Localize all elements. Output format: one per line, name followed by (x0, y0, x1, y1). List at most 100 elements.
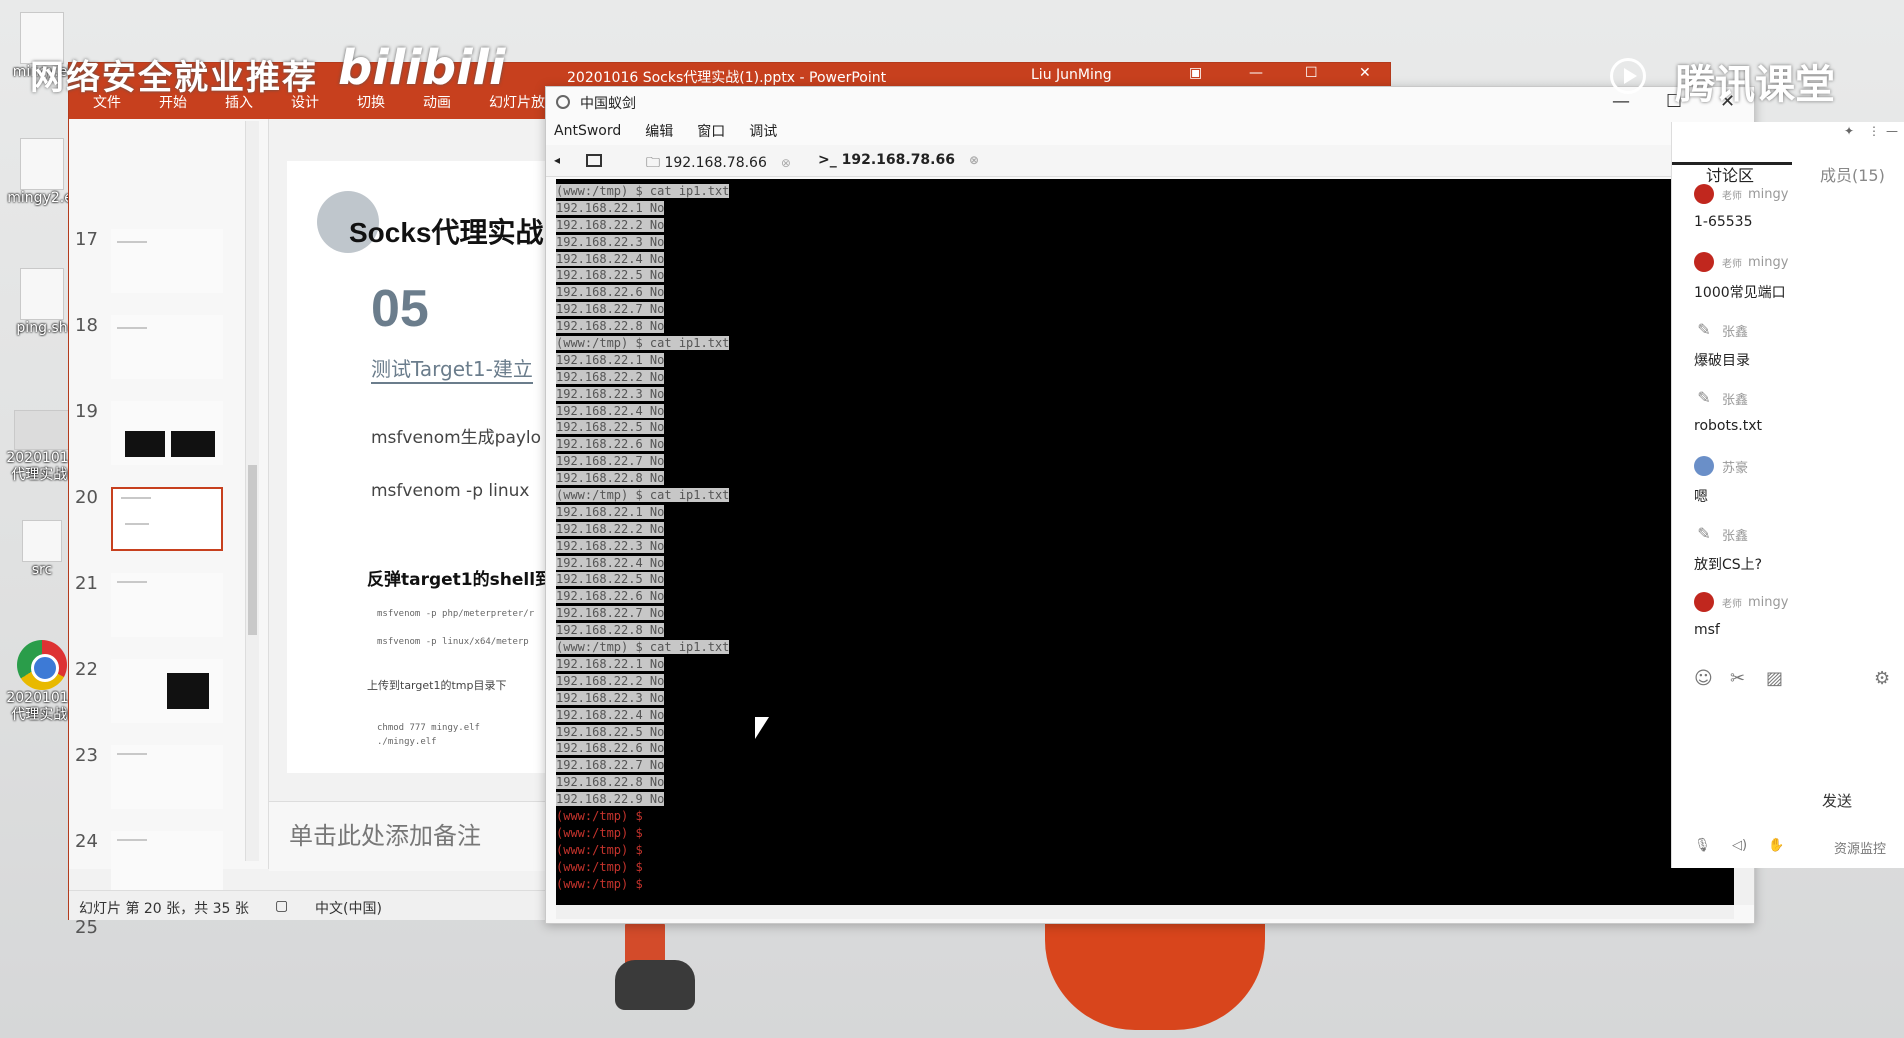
notes-placeholder: 单击此处添加备注 (289, 822, 481, 850)
send-button[interactable]: 发送 (1822, 790, 1852, 811)
chat-text: 1-65535 (1694, 214, 1753, 230)
tab-close-icon[interactable]: ⊗ (781, 156, 791, 170)
slide-thumbnail[interactable]: 21 (69, 573, 269, 643)
mascot-body (1045, 920, 1265, 1030)
antsword-titlebar: 中国蚁剑 — ☐ ✕ (546, 87, 1754, 117)
close-icon[interactable]: ✕ (1359, 65, 1371, 81)
slide-number: 20 (75, 487, 98, 508)
terminal-line: 192.168.22.8 No (556, 319, 665, 334)
slide-thumbnail[interactable]: 18 (69, 315, 269, 385)
terminal-line: 192.168.22.1 No (556, 352, 665, 367)
terminal-horizontal-scrollbar[interactable] (556, 905, 1734, 919)
play-icon (1610, 58, 1646, 94)
slide-thumbnail[interactable]: 23 (69, 745, 269, 815)
terminal-line: 192.168.22.2 No (556, 369, 665, 384)
thumbnail-image (111, 229, 223, 293)
slide-title: Socks代理实战 (349, 217, 544, 248)
terminal-line: 192.168.22.3 No (556, 386, 665, 401)
terminal-line: 192.168.22.5 No (556, 420, 665, 435)
speaker-icon[interactable]: ◁) (1732, 838, 1747, 853)
watermark-text: 网络安全就业推荐 (30, 58, 318, 98)
slide-thumbnail[interactable]: 22 (69, 659, 269, 729)
ppt-title: 20201016 Socks代理实战(1).pptx - PowerPoint (567, 70, 887, 86)
menu-window[interactable]: 窗口 (697, 121, 725, 141)
chat-username: 张鑫 (1722, 392, 1749, 408)
more-icon[interactable]: ⋮ (1868, 124, 1880, 138)
slide-number: 18 (75, 315, 98, 336)
terminal-line: 192.168.22.5 No (556, 572, 665, 587)
menu-antsword[interactable]: AntSword (554, 123, 621, 139)
chat-message: 老师 mingy 1000常见端口 (1694, 252, 1788, 302)
slide-bold-line: 反弹target1的shell到 (367, 570, 553, 590)
folder-icon: 🗀 (646, 155, 665, 171)
menu-debug[interactable]: 调试 (749, 121, 777, 141)
maximize-icon[interactable]: ☐ (1305, 65, 1318, 81)
tab-file-manager[interactable]: 🗀 192.168.78.66 ⊗ (646, 152, 791, 176)
antsword-logo-icon (556, 95, 570, 109)
ppt-icon (14, 410, 70, 450)
tab-terminal[interactable]: >_ 192.168.78.66 ⊗ (818, 152, 979, 168)
thumbnail-image (111, 573, 223, 637)
tab-members[interactable]: 成员(15) (1820, 162, 1885, 186)
hand-icon[interactable]: ✋ (1768, 838, 1784, 853)
resource-monitor-link[interactable]: 资源监控 (1834, 838, 1886, 857)
panel-tabs: 讨论区 成员(15) (1672, 144, 1904, 185)
pen-avatar-icon: ✎ (1697, 388, 1711, 407)
spellcheck-icon[interactable]: ▢ (275, 898, 288, 914)
minimize-icon[interactable]: — (1612, 91, 1630, 112)
mascot-shoe (615, 960, 695, 1010)
terminal-output[interactable]: (www:/tmp) $ cat ip1.txt 192.168.22.1 No 1… (556, 179, 1734, 905)
slide-thumbnail[interactable]: 25 (69, 917, 269, 937)
terminal-line: 192.168.22.2 No (556, 521, 665, 536)
chat-username: 苏豪 (1722, 460, 1749, 476)
terminal-line: (www:/tmp) $ (556, 859, 643, 874)
terminal-line: 192.168.22.3 No (556, 538, 665, 553)
terminal-line: 192.168.22.8 No (556, 471, 665, 486)
terminal-line: (www:/tmp) $ cat ip1.txt (556, 640, 730, 655)
thumbnail-image (111, 487, 223, 551)
microphone-icon[interactable]: 🎙 (1694, 838, 1711, 853)
ribbon-display-icon[interactable]: ▣ (1189, 65, 1202, 81)
tab-close-icon[interactable]: ⊗ (969, 153, 979, 167)
avatar (1694, 592, 1714, 612)
chat-message: 苏豪 嗯 (1694, 456, 1748, 506)
grid-icon[interactable] (586, 154, 602, 167)
terminal-line: 192.168.22.7 No (556, 454, 665, 469)
thumbnail-scrollbar[interactable] (245, 121, 259, 861)
terminal-line: 192.168.22.1 No (556, 200, 665, 215)
tab-scroll-left-icon[interactable]: ◂ (554, 153, 560, 167)
slide-text-line: msfvenom生成paylo (371, 428, 542, 448)
mouse-pointer-icon (755, 717, 769, 739)
antsword-tabbar: ◂ 🗀 192.168.78.66 ⊗ >_ 192.168.78.66 ⊗ (546, 145, 1754, 177)
close-icon[interactable]: — (1886, 124, 1898, 138)
ppt-user: Liu JunMing (1031, 67, 1112, 83)
slide-thumbnail[interactable]: 19 (69, 401, 269, 471)
emoji-icon[interactable]: ☺ (1694, 668, 1713, 689)
slide-code-line: ./mingy.elf (377, 737, 437, 747)
terminal-line: 192.168.22.4 No (556, 403, 665, 418)
terminal-line: 192.168.22.6 No (556, 589, 665, 604)
terminal-line: 192.168.22.4 No (556, 707, 665, 722)
menu-edit[interactable]: 编辑 (645, 121, 673, 141)
slide-thumbnail-selected[interactable]: 20 (69, 487, 269, 557)
chat-username: mingy (1748, 254, 1789, 270)
settings-icon[interactable]: ⚙ (1874, 668, 1890, 689)
tencent-classroom-logo: 腾讯课堂 (1675, 62, 1835, 108)
terminal-line: 192.168.22.9 No (556, 792, 665, 807)
slide-count: 幻灯片 第 20 张，共 35 张 (79, 901, 249, 917)
terminal-line: (www:/tmp) $ (556, 825, 643, 840)
scissors-icon[interactable]: ✂ (1730, 668, 1745, 689)
image-icon[interactable]: ▨ (1766, 668, 1783, 689)
terminal-line: 192.168.22.3 No (556, 690, 665, 705)
script-icon (20, 268, 64, 320)
minimize-icon[interactable]: — (1249, 65, 1263, 81)
tab-discussion[interactable]: 讨论区 (1706, 162, 1754, 186)
slide-text-line: 上传到target1的tmp目录下 (367, 679, 507, 692)
terminal-line: 192.168.22.8 No (556, 623, 665, 638)
chat-username: mingy (1748, 594, 1789, 610)
slide-thumbnail[interactable]: 17 (69, 229, 269, 299)
antsword-menubar: AntSword 编辑 窗口 调试 (546, 117, 1754, 145)
chat-message: ✎ 张鑫 爆破目录 (1694, 320, 1750, 370)
terminal-line: 192.168.22.1 No (556, 504, 665, 519)
pin-icon[interactable]: ✦ (1844, 124, 1854, 138)
